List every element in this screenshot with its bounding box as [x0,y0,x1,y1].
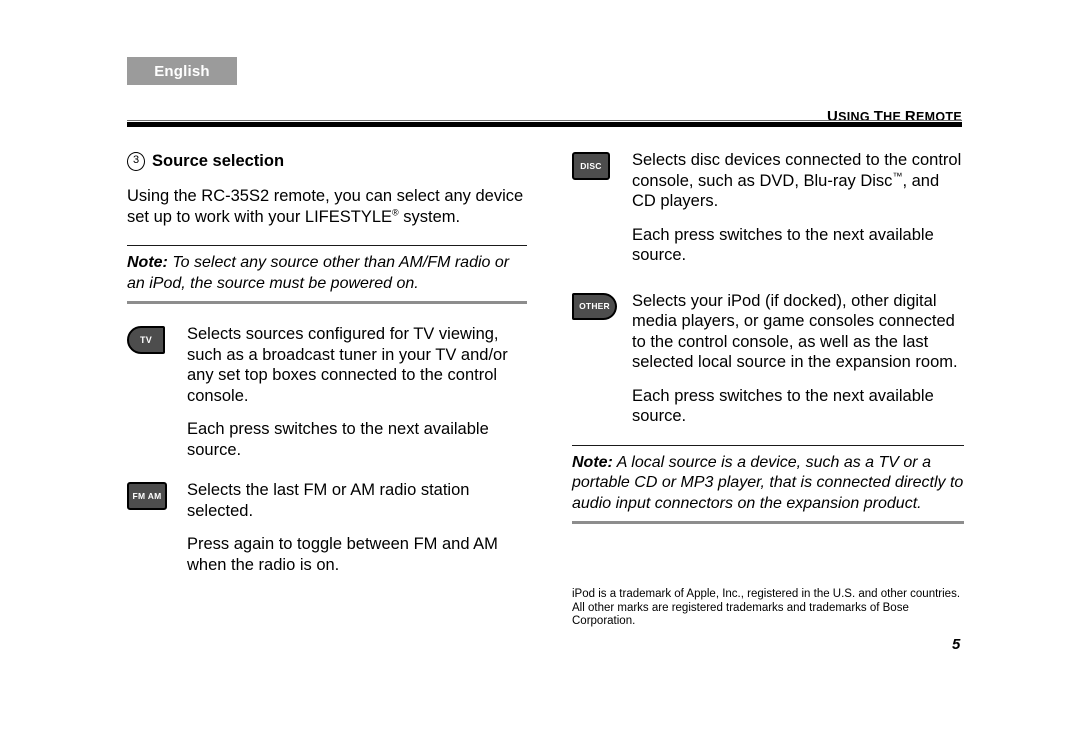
header-rule-thin [127,120,962,121]
trademark-mark: ™ [892,171,903,182]
entry-disc: DISC Selects disc devices connected to t… [572,150,964,266]
entry-body: Selects sources configured for TV viewin… [187,324,527,460]
entry-paragraph: Each press switches to the next availabl… [632,386,934,426]
right-column: DISC Selects disc devices connected to t… [572,150,964,525]
section-number-badge: 3 [127,151,145,171]
header-rule [127,122,962,127]
left-column: 3 Source selection Using the RC-35S2 rem… [127,150,527,575]
section-title-text: Source selection [152,151,285,170]
note-body-left: To select any source other than AM/FM ra… [127,254,510,292]
note-body-right: A local source is a device, such as a TV… [572,453,964,512]
note-text-left: Note: To select any source other than AM… [127,253,527,294]
entry-paragraph: Press again to toggle between FM and AM … [187,535,498,574]
note-label-right: Note: [572,453,613,471]
disc-remote-key-icon: DISC [572,152,610,180]
entry-key-cell: OTHER [572,291,632,320]
entry-key-cell: DISC [572,150,632,180]
entry-paragraph: Selects your iPod (if docked), other dig… [632,291,958,372]
manual-page: English USING THE REMOTE 3 Source select… [0,0,1080,738]
note-block-left: Note: To select any source other than AM… [127,245,527,305]
trademark-notice: iPod is a trademark of Apple, Inc., regi… [572,588,961,627]
tv-remote-key-icon: TV [127,326,165,355]
entry-key-cell: TV [127,324,187,355]
entry-body: Selects disc devices connected to the co… [632,150,964,266]
fm-am-remote-key-icon: FM AM [127,482,167,511]
entry-other: OTHER Selects your iPod (if docked), oth… [572,291,964,427]
note-rule-top [572,444,964,446]
entry-key-cell: FM AM [127,480,187,511]
note-block-right: Note: A local source is a device, such a… [572,444,964,525]
entry-paragraph: Each press switches to the next availabl… [632,225,934,265]
entry-paragraph: Selects disc devices connected to the co… [632,151,962,210]
note-rule-top [127,245,527,247]
entry-tv: TV Selects sources configured for TV vie… [127,324,527,460]
note-rule-bottom [572,521,964,525]
other-remote-key-icon: OTHER [572,292,617,320]
note-text-right: Note: A local source is a device, such a… [572,453,964,515]
note-label-left: Note: [127,254,168,272]
entry-fm-am: FM AM Selects the last FM or AM radio st… [127,480,527,575]
page-number: 5 [952,636,961,653]
entry-body: Selects your iPod (if docked), other dig… [632,291,964,427]
registered-mark: ® [392,207,399,217]
page-title: 3 Source selection [127,150,527,172]
section-intro: Using the RC-35S2 remote, you can select… [127,187,524,226]
entry-paragraph: Each press switches to the next availabl… [187,420,489,459]
language-tab: English [127,57,237,85]
entry-paragraph: Selects the last FM or AM radio station … [187,481,470,520]
entry-paragraph: Selects sources configured for TV viewin… [187,325,508,405]
note-rule-bottom [127,301,527,305]
entry-body: Selects the last FM or AM radio station … [187,480,527,575]
